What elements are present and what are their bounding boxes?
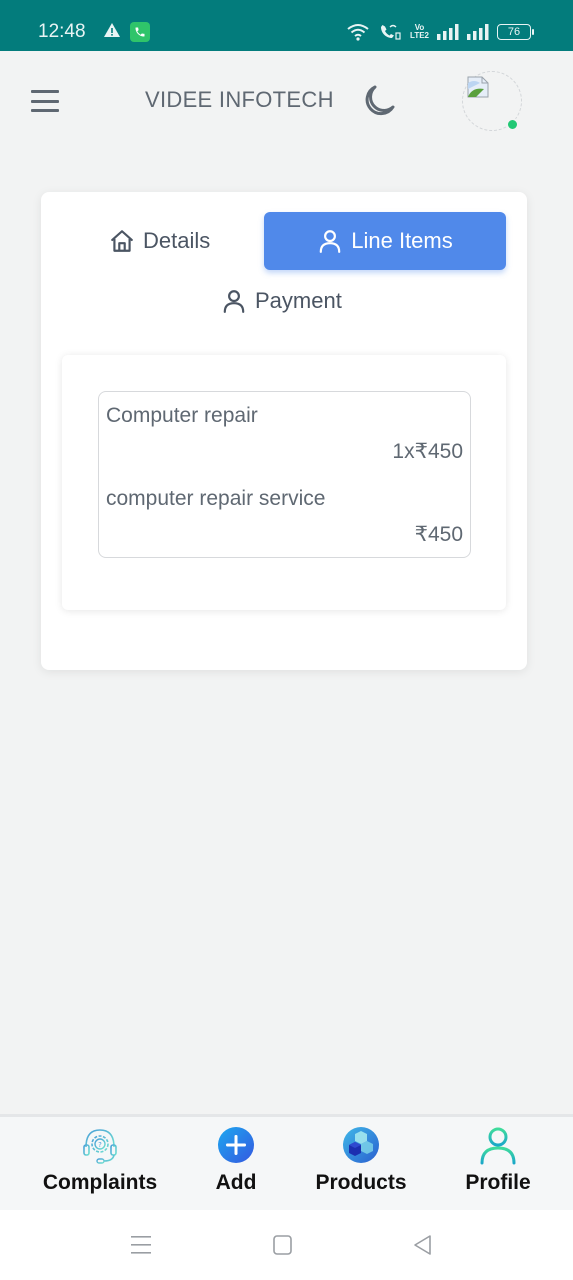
nav-profile-label: Profile <box>465 1171 531 1194</box>
line-item-quantity-price: 1x₹450 <box>392 440 463 463</box>
warning-icon <box>104 23 120 37</box>
nav-complaints-label: Complaints <box>42 1171 158 1194</box>
invoice-card: Details Line Items Payment Computer repa… <box>41 192 527 670</box>
wifi-calling-icon <box>381 24 401 40</box>
call-notification-icon <box>130 22 150 42</box>
tab-payment[interactable]: Payment <box>221 272 342 330</box>
user-icon <box>480 1127 516 1165</box>
hamburger-menu-icon[interactable] <box>31 90 59 112</box>
status-bar: 12:48 Vo LTE2 76 <box>0 0 573 51</box>
volte-icon: Vo LTE2 <box>410 23 429 40</box>
nav-profile[interactable]: Profile <box>458 1125 538 1195</box>
battery-icon: 76 <box>497 24 534 40</box>
status-time: 12:48 <box>38 21 86 42</box>
recent-apps-icon[interactable] <box>129 1234 153 1256</box>
signal-icon <box>437 24 459 40</box>
nav-products-label: Products <box>315 1171 407 1194</box>
status-right-icons: Vo LTE2 76 <box>346 21 534 43</box>
nav-complaints[interactable]: ? Complaints <box>40 1125 160 1195</box>
line-item-name: Computer repair <box>106 404 258 427</box>
user-icon <box>319 230 341 253</box>
tab-line-items-label: Line Items <box>351 228 453 253</box>
online-status-dot <box>506 118 519 131</box>
line-item[interactable]: Computer repair 1x₹450 computer repair s… <box>98 391 471 558</box>
app-header: VIDEE INFOTECH <box>0 51 573 151</box>
home-button-icon[interactable] <box>272 1234 296 1256</box>
svg-text:?: ? <box>98 1141 102 1149</box>
support-headset-icon: ? <box>83 1129 117 1164</box>
system-nav-bar <box>0 1210 573 1280</box>
line-items-panel: Computer repair 1x₹450 computer repair s… <box>62 355 506 610</box>
back-button-icon[interactable] <box>412 1234 436 1256</box>
bottom-nav: ? Complaints Add Products Profile <box>0 1114 573 1210</box>
tab-details-label: Details <box>143 228 211 253</box>
line-item-description: computer repair service <box>106 487 326 510</box>
wifi-icon <box>347 24 369 41</box>
user-icon <box>223 290 245 313</box>
broken-image-icon <box>467 76 489 98</box>
tab-payment-label: Payment <box>255 288 342 313</box>
line-item-total: ₹450 <box>414 523 463 546</box>
nav-add-label: Add <box>215 1171 257 1194</box>
avatar[interactable] <box>462 71 522 131</box>
plus-circle-icon <box>218 1127 254 1163</box>
tab-details[interactable]: Details <box>109 212 210 270</box>
home-icon <box>111 230 133 252</box>
tab-line-items[interactable]: Line Items <box>264 212 506 270</box>
cubes-icon <box>343 1127 379 1163</box>
app-title: VIDEE INFOTECH <box>145 87 334 112</box>
nav-products[interactable]: Products <box>311 1125 411 1195</box>
signal-icon <box>467 24 489 40</box>
nav-add[interactable]: Add <box>196 1125 276 1195</box>
moon-icon[interactable] <box>360 82 398 120</box>
